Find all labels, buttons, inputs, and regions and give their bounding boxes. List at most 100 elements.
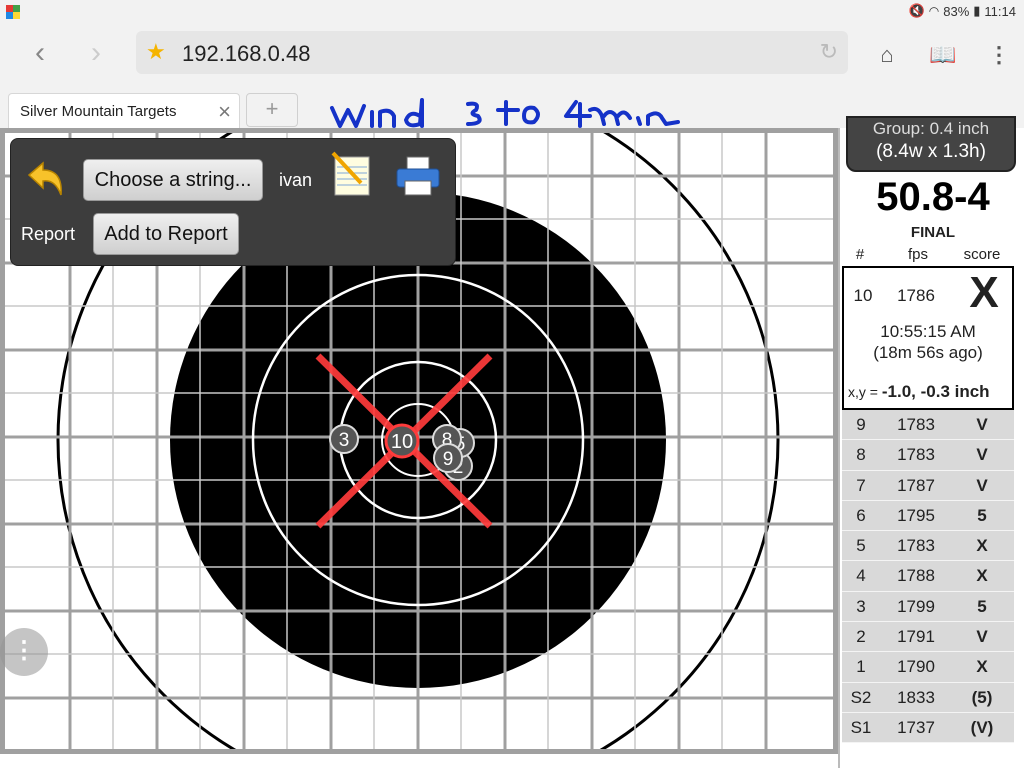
- more-menu-icon[interactable]: ⋮: [984, 40, 1014, 70]
- printer-icon[interactable]: [395, 155, 441, 197]
- url-text[interactable]: 192.168.0.48: [182, 41, 310, 67]
- shot-row[interactable]: 6 1795 5: [842, 500, 1014, 532]
- current-shot-fps: 1786: [897, 286, 935, 305]
- shot-score: X: [976, 536, 988, 556]
- reader-mode-icon[interactable]: 📖: [928, 40, 958, 70]
- group-dimensions: (8.4w x 1.3h): [876, 141, 986, 162]
- group-size-box: Group: 0.4 inch (8.4w x 1.3h): [846, 116, 1016, 172]
- shot-number: 7: [856, 475, 866, 495]
- clock: 11:14: [984, 3, 1016, 19]
- shot-score: (V): [970, 717, 994, 737]
- mute-icon: 🔇: [908, 3, 925, 18]
- shot-row[interactable]: 4 1788 X: [842, 561, 1014, 592]
- shot-score: V: [976, 445, 988, 465]
- shot-fps: 1795: [897, 505, 935, 525]
- app-logo-icon: [6, 5, 20, 19]
- current-shot-elapsed: (18m 56s ago): [873, 343, 983, 362]
- shot-score: (5): [971, 687, 993, 707]
- control-panel: Choose a string... ivan Report Add to Re…: [10, 138, 456, 266]
- status-bar: 🔇 ◠ 83% ▮ 11:14: [0, 0, 1024, 24]
- header-fps: fps: [907, 246, 928, 263]
- xy-label: x,y =: [848, 384, 878, 400]
- shot-marker-10[interactable]: 10: [384, 423, 420, 459]
- shot-row[interactable]: S2 1833 (5): [842, 682, 1014, 713]
- shot-number: S2: [850, 687, 872, 707]
- shot-score: 5: [977, 505, 987, 525]
- shot-row[interactable]: 8 1783 V: [842, 440, 1014, 471]
- score-panel: Group: 0.4 inch (8.4w x 1.3h) 50.8-4 FIN…: [838, 116, 1024, 768]
- shot-row[interactable]: S1 1737 (V): [842, 712, 1014, 744]
- shot-row[interactable]: 9 1783 V: [842, 410, 1014, 441]
- shot-fps: 1783: [897, 415, 935, 434]
- shot-number: 3: [856, 596, 866, 616]
- current-shot-score: X: [969, 268, 999, 317]
- tab-silver-mountain[interactable]: Silver Mountain Targets ×: [8, 93, 240, 130]
- shot-fps: 1783: [897, 536, 935, 556]
- shot-fps: 1788: [897, 566, 935, 586]
- close-tab-icon[interactable]: ×: [218, 99, 231, 125]
- home-icon[interactable]: ⌂: [872, 40, 902, 70]
- shot-fps: 1783: [897, 445, 935, 465]
- new-tab-button[interactable]: +: [246, 93, 298, 127]
- xy-value: -1.0, -0.3 inch: [881, 382, 990, 401]
- shot-number: 1: [856, 657, 866, 677]
- current-shot-coordinates: x,y = -1.0, -0.3 inch: [848, 382, 1012, 402]
- current-shot-time: 10:55:15 AM: [880, 322, 976, 341]
- report-label: Report: [21, 224, 76, 244]
- shot-row[interactable]: 2 1791 V: [842, 622, 1014, 653]
- shot-marker-9[interactable]: 9: [433, 443, 463, 473]
- shot-fps: 1833: [897, 687, 935, 707]
- shot-fps: 1737: [897, 717, 935, 737]
- shot-row[interactable]: 1 1790 X: [842, 652, 1014, 683]
- header-score: score: [963, 246, 1001, 263]
- battery-icon: ▮: [973, 3, 981, 18]
- undo-icon[interactable]: [23, 157, 67, 201]
- shot-marker-label: 9: [443, 449, 454, 470]
- shot-score: V: [976, 415, 988, 434]
- current-shot-card[interactable]: 10 1786 X 10:55:15 AM (18m 56s ago) x,y …: [842, 266, 1014, 410]
- shot-score: V: [976, 627, 988, 647]
- reload-icon[interactable]: ↻: [820, 39, 838, 65]
- total-score: 50.8-4: [876, 175, 990, 219]
- notepad-icon[interactable]: [327, 149, 377, 199]
- add-to-report-button[interactable]: Add to Report: [93, 213, 239, 255]
- shot-marker-3[interactable]: 3: [329, 424, 359, 454]
- shot-fps: 1790: [897, 657, 935, 677]
- back-icon[interactable]: ‹: [22, 36, 58, 72]
- tab-title: Silver Mountain Targets: [20, 103, 177, 120]
- forward-icon[interactable]: ›: [78, 36, 114, 72]
- shot-number: 2: [856, 627, 866, 647]
- bookmark-star-icon[interactable]: ★: [146, 39, 166, 65]
- browser-toolbar: ‹ › ★ 192.168.0.48 ↻ ⌂ 📖 ⋮: [0, 24, 1024, 86]
- string-status: FINAL: [910, 224, 956, 241]
- shot-marker-label: 10: [391, 431, 413, 453]
- shot-number: 8: [856, 445, 866, 465]
- shot-number: S1: [850, 717, 872, 737]
- shooter-name: ivan: [279, 170, 313, 190]
- shot-list: 9 1783 V 8 1783 V 7 1787 V 6 1795 5 5 1783 X 4 1788 X 3 179…: [842, 410, 1014, 744]
- shot-fps: 1791: [897, 627, 935, 647]
- shot-row[interactable]: 7 1787 V: [842, 470, 1014, 501]
- shot-number: 5: [856, 536, 866, 556]
- shot-number: 4: [856, 566, 866, 586]
- shot-score: X: [976, 566, 988, 586]
- shot-fps: 1799: [897, 596, 935, 616]
- battery-percent: 83%: [943, 3, 970, 19]
- shot-score: V: [976, 475, 988, 495]
- shot-fps: 1787: [897, 475, 935, 495]
- shot-number: 6: [856, 505, 866, 525]
- shot-row[interactable]: 5 1783 X: [842, 531, 1014, 562]
- shot-score: X: [976, 657, 988, 677]
- shot-row[interactable]: 3 1799 5: [842, 591, 1014, 623]
- page-menu-button[interactable]: ⋮: [0, 628, 48, 676]
- group-size-text: Group: 0.4 inch: [872, 119, 990, 138]
- address-bar[interactable]: ★ 192.168.0.48 ↻: [136, 31, 848, 74]
- page-content: 2 5 8 3 10 9 Choose a string... ivan Report A…: [0, 116, 1024, 768]
- wifi-icon: ◠: [928, 4, 940, 18]
- current-shot-number: 10: [853, 286, 873, 305]
- status-indicators: 🔇 ◠ 83% ▮ 11:14: [909, 3, 1016, 19]
- shot-number: 9: [856, 415, 866, 434]
- choose-string-button[interactable]: Choose a string...: [83, 159, 263, 201]
- shot-marker-label: 3: [339, 430, 350, 451]
- header-num: #: [855, 246, 865, 263]
